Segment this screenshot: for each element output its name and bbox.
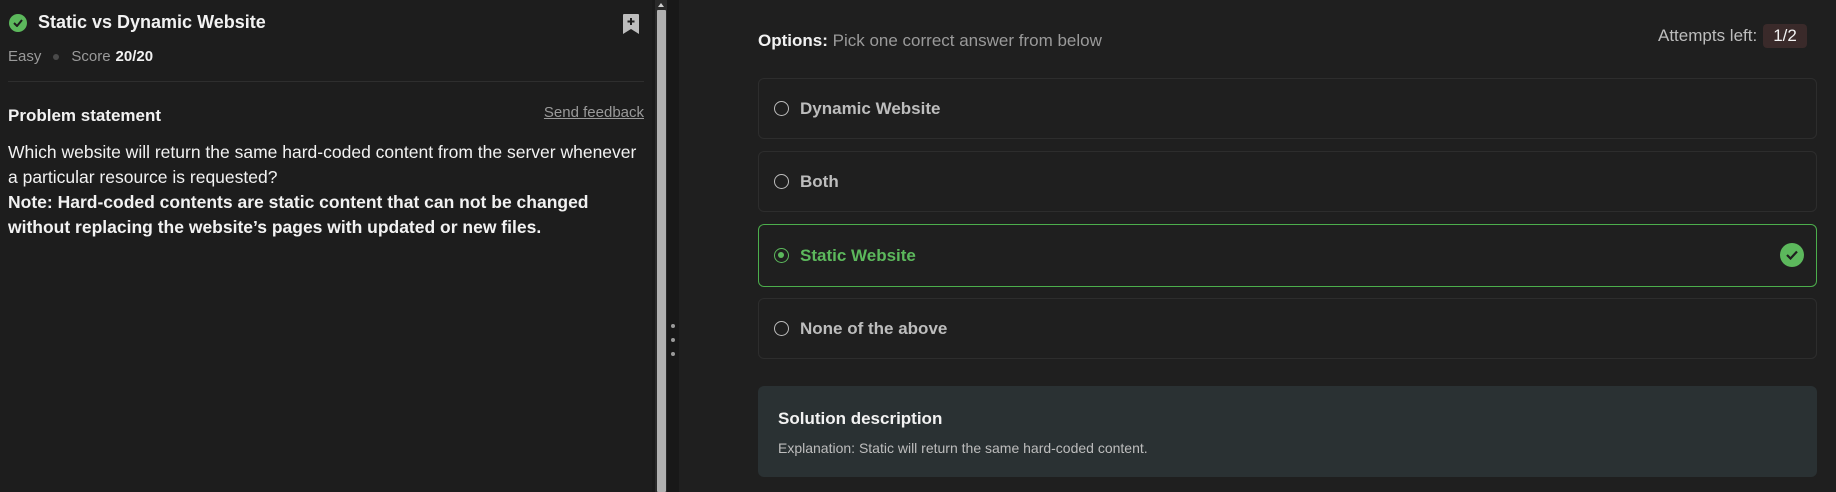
divider (8, 81, 644, 82)
option-label: Both (800, 171, 839, 191)
option-label: Dynamic Website (800, 98, 941, 118)
solved-check-icon (9, 13, 27, 32)
score-value: 20/20 (115, 48, 154, 65)
panel-splitter[interactable] (667, 0, 679, 492)
option-label: None of the above (800, 318, 948, 338)
options-header: Options: Pick one correct answer from be… (758, 31, 1102, 51)
option-both[interactable]: Both (758, 151, 1817, 212)
send-feedback-link[interactable]: Send feedback (544, 104, 644, 121)
option-label: Static Website (800, 245, 916, 265)
radio-button-selected[interactable] (774, 248, 789, 263)
radio-button[interactable] (774, 321, 789, 336)
option-dynamic-website[interactable]: Dynamic Website (758, 78, 1817, 139)
problem-statement-heading: Problem statement (8, 106, 162, 125)
solution-title: Solution description (778, 409, 943, 428)
note-text: Note: Hard-coded contents are static con… (8, 192, 589, 237)
option-none-of-the-above[interactable]: None of the above (758, 298, 1817, 359)
problem-panel: Static vs Dynamic Website Easy Score 20/… (0, 0, 652, 492)
solution-box: Solution description Explanation: Static… (758, 386, 1817, 477)
attempts-badge: 1/2 (1763, 24, 1807, 48)
problem-meta: Easy Score 20/20 (8, 48, 153, 65)
scrollbar-thumb[interactable] (657, 10, 666, 492)
problem-title: Static vs Dynamic Website (38, 12, 266, 32)
radio-button[interactable] (774, 174, 789, 189)
attempts-left: Attempts left: 1/2 (1658, 24, 1807, 48)
options-label: Options: (758, 31, 828, 50)
problem-statement-body: Which website will return the same hard-… (8, 140, 644, 240)
question-text: Which website will return the same hard-… (8, 142, 637, 187)
splitter-grip-dot (671, 324, 675, 328)
splitter-grip-dot (671, 338, 675, 342)
option-static-website[interactable]: Static Website (758, 224, 1817, 287)
scroll-up-arrow-icon[interactable] (658, 3, 664, 7)
options-hint: Pick one correct answer from below (832, 31, 1102, 50)
separator-dot (53, 53, 60, 60)
check-circle-icon (1780, 243, 1804, 267)
splitter-grip-dot (671, 352, 675, 356)
score-label: Score (71, 48, 111, 65)
solution-text: Explanation: Static will return the same… (778, 440, 1148, 456)
bookmark-add-icon[interactable] (622, 13, 640, 35)
radio-button[interactable] (774, 101, 789, 116)
difficulty-label: Easy (8, 48, 42, 65)
problem-title-row: Static vs Dynamic Website (9, 12, 266, 33)
attempts-label: Attempts left: (1658, 26, 1758, 45)
